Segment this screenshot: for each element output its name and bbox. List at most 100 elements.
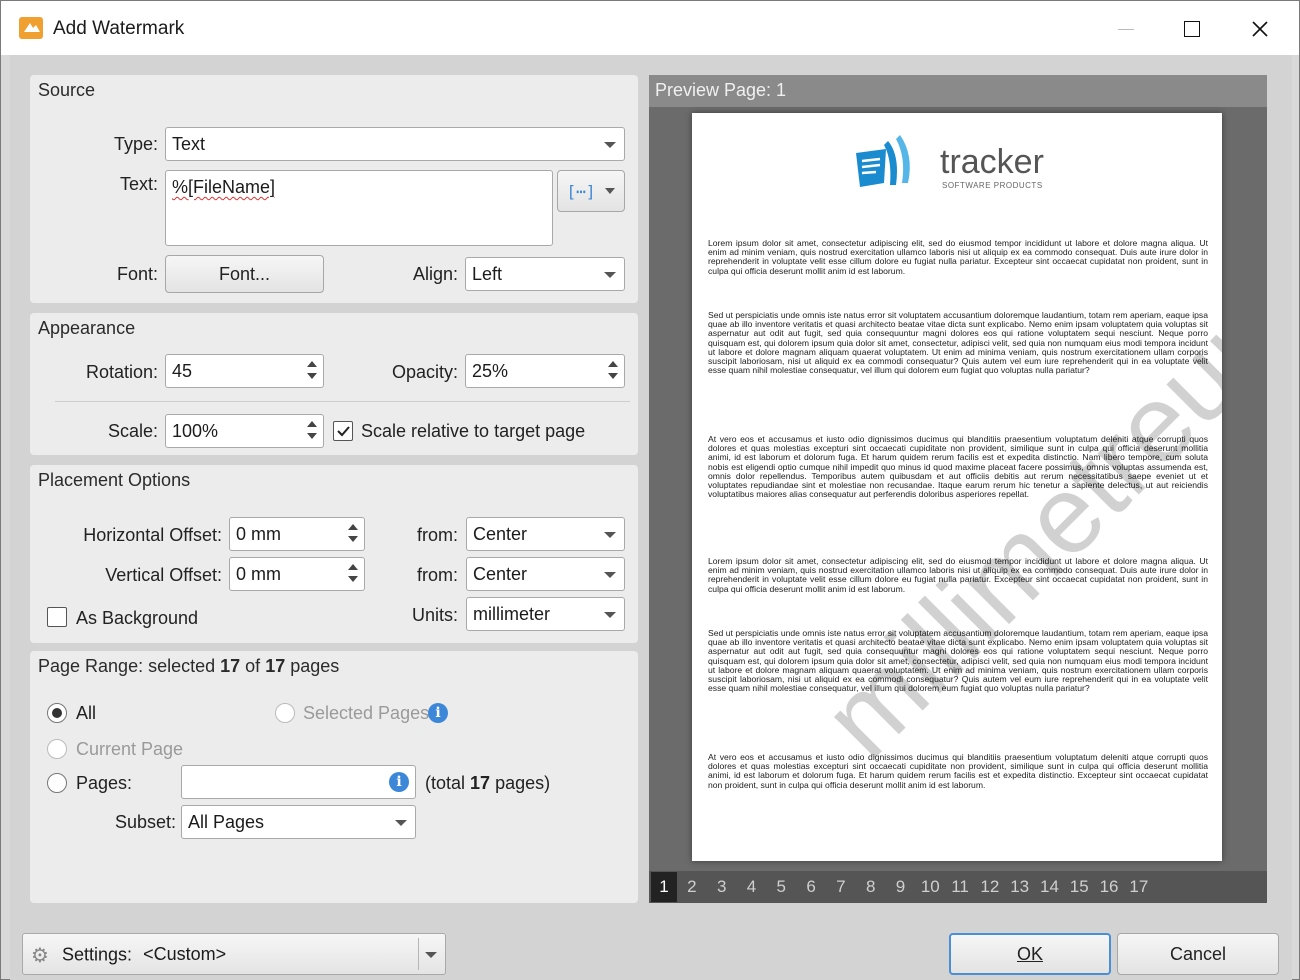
page-number-7[interactable]: 7 (826, 872, 856, 902)
all-radio[interactable] (47, 703, 67, 723)
settings-dropdown[interactable]: ⚙ Settings: <Custom> (22, 933, 446, 975)
align-value: Left (472, 264, 503, 284)
info-icon[interactable]: i (389, 772, 409, 792)
add-watermark-dialog: Add Watermark Source Type: Text Text: %[… (0, 0, 1300, 980)
opacity-value: 25% (472, 361, 509, 381)
text-input[interactable]: %[FileName] (165, 170, 553, 246)
info-icon[interactable]: i (428, 703, 448, 723)
pages-radio[interactable] (47, 773, 67, 793)
chevron-down-icon (604, 142, 616, 148)
page-number-17[interactable]: 17 (1124, 872, 1154, 902)
spinner-arrows-icon[interactable] (348, 522, 360, 546)
font-button-label: Font... (218, 263, 271, 284)
rotation-spinner[interactable]: 45 (165, 354, 324, 388)
macro-button[interactable]: [⋯] (557, 170, 625, 212)
subset-dropdown[interactable]: All Pages (181, 805, 416, 839)
page-range-total: 17 (265, 656, 286, 676)
chevron-down-icon (605, 188, 616, 194)
selected-pages-label[interactable]: Selected Pages (303, 703, 429, 724)
page-number-6[interactable]: 6 (796, 872, 826, 902)
horizontal-offset-spinner[interactable]: 0 mm (229, 517, 365, 551)
as-background-label[interactable]: As Background (76, 608, 198, 629)
as-background-checkbox[interactable] (47, 607, 67, 627)
maximize-icon (1184, 21, 1200, 37)
vertical-offset-spinner[interactable]: 0 mm (229, 557, 365, 591)
divider (55, 401, 630, 402)
text-value: %[FileName] (172, 177, 276, 197)
h-from-label: from: (416, 525, 458, 545)
page-number-15[interactable]: 15 (1064, 872, 1094, 902)
font-label: Font: (116, 264, 158, 284)
page-number-16[interactable]: 16 (1094, 872, 1124, 902)
page-number-1[interactable]: 1 (651, 872, 677, 902)
total-note-suffix: pages) (490, 773, 551, 793)
ok-button[interactable]: OK (949, 933, 1111, 975)
subset-value: All Pages (188, 812, 265, 832)
rotation-label: Rotation: (85, 362, 158, 382)
current-page-label[interactable]: Current Page (76, 739, 183, 760)
spinner-arrows-icon[interactable] (307, 359, 319, 383)
page-number-13[interactable]: 13 (1005, 872, 1035, 902)
v-from-dropdown[interactable]: Center (466, 557, 625, 591)
current-page-radio[interactable] (47, 739, 67, 759)
cancel-label: Cancel (1169, 943, 1227, 964)
minimize-button[interactable] (1097, 9, 1155, 49)
pages-label[interactable]: Pages: (76, 773, 132, 794)
close-button[interactable] (1231, 9, 1289, 49)
tracker-logo-icon (856, 135, 910, 187)
scale-relative-checkbox[interactable] (333, 421, 353, 441)
ok-label: OK (1016, 943, 1043, 964)
appearance-title: Appearance (38, 318, 136, 338)
page-number-9[interactable]: 9 (886, 872, 916, 902)
all-label[interactable]: All (76, 703, 96, 724)
page-number-14[interactable]: 14 (1035, 872, 1065, 902)
chevron-down-icon (395, 820, 407, 826)
cancel-button[interactable]: Cancel (1117, 933, 1279, 975)
page-range-of: of (240, 656, 266, 676)
vertical-offset-label: Vertical Offset: (105, 565, 222, 585)
page-range-suffix: pages (285, 656, 340, 676)
chevron-down-icon (604, 272, 616, 278)
pages-input[interactable]: i (181, 765, 416, 799)
spinner-arrows-icon[interactable] (608, 359, 620, 383)
footer: ⚙ Settings: <Custom> OK Cancel (10, 921, 1292, 980)
maximize-button[interactable] (1163, 9, 1221, 49)
preview-page[interactable]: tracker SOFTWARE PRODUCTS Lorem ipsum do… (692, 113, 1222, 861)
type-dropdown[interactable]: Text (165, 127, 625, 161)
units-value: millimeter (473, 604, 551, 624)
selected-pages-radio[interactable] (275, 703, 295, 723)
page-number-11[interactable]: 11 (945, 872, 975, 902)
spinner-arrows-icon[interactable] (348, 562, 360, 586)
subset-label: Subset: (114, 812, 176, 832)
page-selector: 1 2 3 4 5 6 7 8 9 10 11 12 13 14 15 16 17 (649, 871, 1267, 903)
chevron-down-icon (604, 572, 616, 578)
scale-relative-label[interactable]: Scale relative to target page (361, 421, 585, 442)
vertical-offset-value: 0 mm (236, 564, 281, 584)
page-number-12[interactable]: 12 (975, 872, 1005, 902)
page-number-2[interactable]: 2 (677, 872, 707, 902)
page-number-8[interactable]: 8 (856, 872, 886, 902)
align-dropdown[interactable]: Left (465, 257, 625, 291)
spinner-arrows-icon[interactable] (307, 419, 319, 443)
h-from-dropdown[interactable]: Center (466, 517, 625, 551)
source-title: Source (38, 80, 96, 100)
dropdown-divider (418, 938, 419, 970)
page-number-3[interactable]: 3 (707, 872, 737, 902)
page-number-10[interactable]: 10 (915, 872, 945, 902)
font-button[interactable]: Font... (165, 255, 324, 293)
close-icon (1252, 21, 1268, 37)
total-pages-note: (total 17 pages) (425, 773, 550, 794)
v-from-value: Center (473, 564, 528, 584)
placement-panel: Placement Options Horizontal Offset: 0 m… (30, 465, 638, 643)
scale-spinner[interactable]: 100% (165, 414, 324, 448)
page-number-5[interactable]: 5 (766, 872, 796, 902)
minimize-icon (1118, 28, 1134, 30)
page-number-4[interactable]: 4 (737, 872, 767, 902)
source-panel: Source Type: Text Text: %[FileName] [⋯] … (30, 75, 638, 303)
units-dropdown[interactable]: millimeter (466, 597, 625, 631)
preview-panel: Preview Page: 1 tracker SOFTWARE PRODUCT… (649, 75, 1267, 903)
gear-icon: ⚙ (31, 945, 49, 967)
appearance-panel: Appearance Rotation: 45 Opacity: 25% Sca… (30, 313, 638, 455)
chevron-down-icon (604, 532, 616, 538)
opacity-spinner[interactable]: 25% (465, 354, 625, 388)
